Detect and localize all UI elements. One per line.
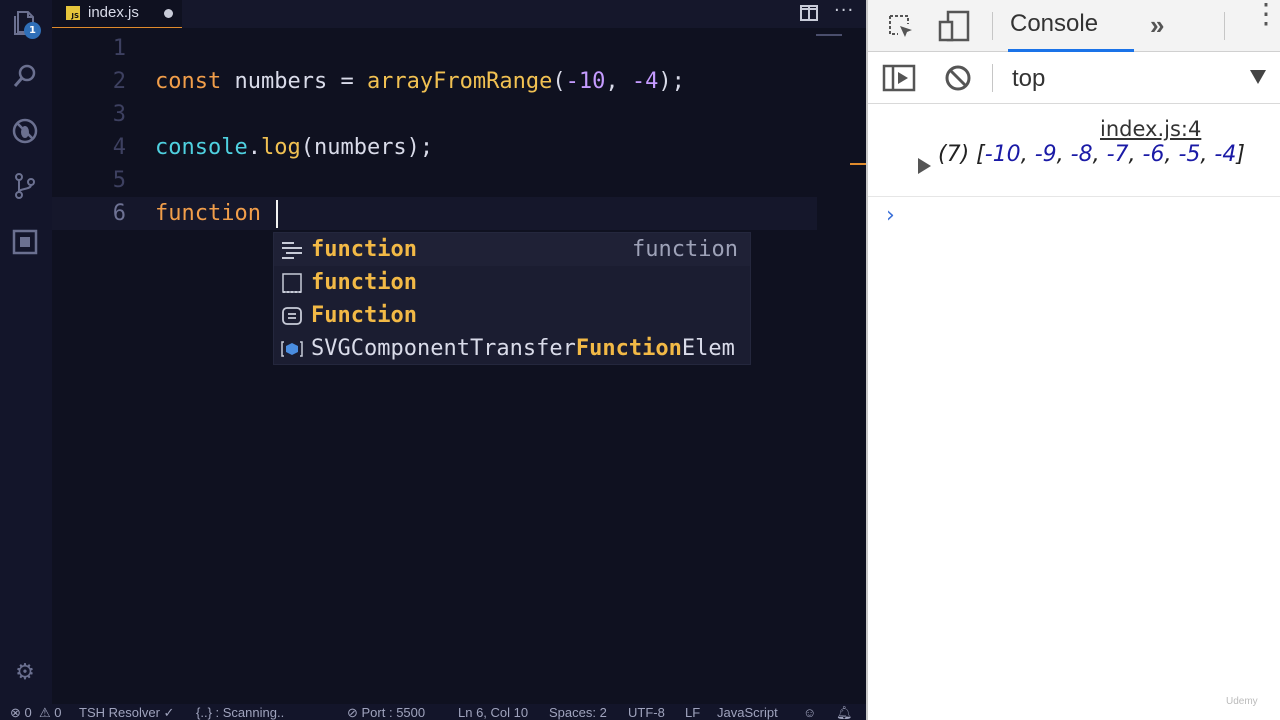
snippet-icon — [282, 242, 302, 259]
debug-icon[interactable] — [10, 117, 40, 147]
unsaved-dot-icon[interactable] — [164, 9, 173, 18]
indentation[interactable]: Spaces: 2 — [549, 705, 607, 720]
code-line: 1 — [52, 32, 852, 65]
cursor-position[interactable]: Ln 6, Col 10 — [458, 705, 528, 720]
tab-console[interactable]: Console — [1010, 10, 1098, 38]
toolbar-separator — [992, 12, 993, 40]
log-source-link[interactable]: index.js:4 — [1100, 117, 1201, 141]
toolbar-separator — [1224, 12, 1225, 40]
suggestion-item[interactable]: Function — [274, 299, 750, 332]
suggestion-item[interactable]: SVGComponentTransferFunctionElem — [274, 332, 750, 365]
language-mode[interactable]: JavaScript — [717, 705, 778, 720]
code-line: 4 console.log(numbers); — [52, 131, 852, 164]
suggestion-label: SVGComponentTransferFunctionElem — [311, 336, 735, 361]
keyword-icon — [282, 273, 302, 293]
device-toolbar-icon[interactable] — [938, 10, 972, 42]
autocomplete-widget[interactable]: function function function Function SVGC… — [273, 232, 751, 365]
code-line: 3 — [52, 98, 852, 131]
devtools-toolbar: Console » ⋮ — [868, 0, 1280, 52]
code-line: 5 — [52, 164, 852, 197]
split-editor-icon[interactable] — [800, 5, 818, 21]
code-line: 2 const numbers = arrayFromRange(-10, -4… — [52, 65, 852, 98]
inspect-element-icon[interactable] — [886, 12, 916, 42]
source-control-icon[interactable] — [10, 172, 40, 202]
code-text: function — [155, 197, 279, 230]
toolbar-separator — [992, 64, 993, 92]
more-tabs-chevron-icon[interactable]: » — [1150, 10, 1164, 41]
suggestion-item[interactable]: function function — [274, 233, 750, 266]
line-ending[interactable]: LF — [685, 705, 700, 720]
context-dropdown-arrow-icon[interactable] — [1250, 70, 1266, 84]
search-icon[interactable] — [10, 62, 40, 92]
notifications-bell-icon[interactable]: 🔔︎ — [836, 705, 853, 720]
scanning-status[interactable]: {..} : Scanning.. — [196, 705, 284, 720]
expand-triangle-icon[interactable] — [918, 158, 931, 174]
suggestion-detail: function — [632, 237, 738, 262]
devtools-panel: Console » ⋮ top index.js:4 (7) [-10, -9,… — [866, 0, 1280, 720]
line-number: 5 — [112, 168, 126, 193]
resolver-status[interactable]: TSH Resolver ✓ — [79, 705, 174, 720]
feedback-smiley-icon[interactable]: ☺ — [803, 705, 816, 720]
tab-bar: JS index.js ··· — [52, 0, 866, 28]
watermark-logo: Udemy — [1226, 696, 1258, 707]
code-line-active: 6 function — [52, 197, 817, 230]
devtools-menu-icon[interactable]: ⋮ — [1252, 0, 1280, 28]
encoding[interactable]: UTF-8 — [628, 705, 665, 720]
live-server-port[interactable]: ⊘ Port : 5500 — [347, 705, 425, 720]
problems-indicator[interactable]: ⊗ 0 ⚠ 0 — [10, 705, 61, 720]
class-icon — [281, 341, 303, 357]
suggestion-label: function — [311, 237, 417, 262]
status-bar: ⊗ 0 ⚠ 0 TSH Resolver ✓ {..} : Scanning..… — [0, 704, 866, 720]
activity-bar: 1 ⚙ — [0, 0, 52, 704]
code-editor[interactable]: 1 2 const numbers = arrayFromRange(-10, … — [52, 28, 866, 704]
suggestion-label: function — [311, 270, 417, 295]
interface-icon — [282, 307, 302, 325]
line-number: 3 — [112, 102, 126, 127]
line-number: 4 — [112, 135, 126, 160]
clear-console-icon[interactable] — [944, 64, 972, 92]
log-divider — [868, 196, 1280, 197]
js-file-icon: JS — [66, 6, 80, 20]
suggestion-label: Function — [311, 303, 417, 328]
more-actions-icon[interactable]: ··· — [834, 0, 854, 21]
code-text: const numbers = arrayFromRange(-10, -4); — [155, 69, 685, 94]
context-selector[interactable]: top — [1012, 65, 1045, 93]
line-number: 6 — [112, 201, 126, 226]
explorer-badge: 1 — [24, 22, 41, 39]
show-sidebar-icon[interactable] — [882, 64, 916, 92]
tab-label: index.js — [88, 4, 139, 21]
console-toolbar: top — [868, 52, 1280, 104]
console-prompt[interactable]: › — [886, 203, 895, 228]
text-cursor — [276, 200, 279, 228]
line-number: 2 — [112, 69, 126, 94]
settings-gear-icon[interactable]: ⚙ — [10, 658, 40, 688]
line-number: 1 — [112, 36, 126, 61]
extensions-icon[interactable] — [10, 228, 40, 258]
console-log-message[interactable]: (7) [-10, -9, -8, -7, -6, -5, -4] — [938, 142, 1258, 167]
overview-ruler-mark — [850, 163, 866, 165]
tab-index-js[interactable]: JS index.js — [52, 0, 182, 28]
code-text: console.log(numbers); — [155, 135, 434, 160]
suggestion-item[interactable]: function — [274, 266, 750, 299]
